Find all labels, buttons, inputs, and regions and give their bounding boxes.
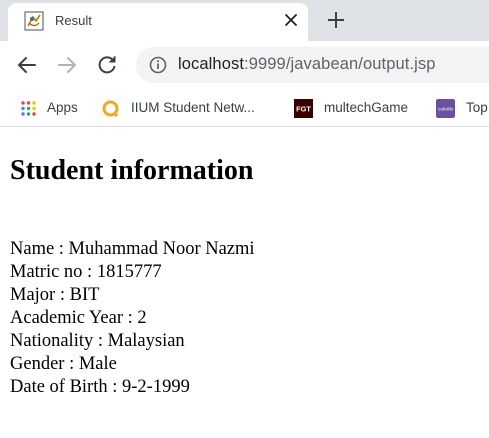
- apps-grid-icon: [21, 101, 36, 116]
- page-title: Student information: [10, 155, 254, 186]
- page-content: Student information Name : Muhammad Noor…: [0, 128, 489, 438]
- bookmark-label: Apps: [47, 100, 78, 115]
- tab-strip: Result: [0, 0, 489, 41]
- reload-icon[interactable]: [96, 54, 118, 76]
- url-host: localhost: [178, 55, 245, 73]
- colorlib-logo-icon: colorlib: [436, 99, 455, 118]
- student-info-list: Name : Muhammad Noor Nazmi Matric no : 1…: [10, 238, 255, 399]
- java-applet-icon: [24, 11, 44, 31]
- info-icon[interactable]: [149, 56, 167, 74]
- url-path: :9999/javabean/output.jsp: [244, 55, 436, 73]
- forward-arrow-icon[interactable]: [56, 54, 78, 76]
- bookmark-label: IIUM Student Netw...: [131, 100, 255, 115]
- bookmark-label: multechGame: [324, 100, 409, 115]
- address-bar[interactable]: localhost:9999/javabean/output.jsp: [136, 47, 489, 83]
- fgt-logo-icon: FGT: [294, 99, 313, 118]
- bookmark-label: Top: [466, 100, 488, 115]
- iium-logo-icon: [102, 100, 119, 117]
- colorlib-logo-text: colorlib: [438, 107, 453, 113]
- info-row-academic-year: Academic Year : 2: [10, 308, 147, 328]
- new-tab-plus-icon[interactable]: [326, 10, 346, 30]
- info-row-major: Major : BIT: [10, 285, 100, 305]
- info-row-nationality: Nationality : Malaysian: [10, 331, 185, 351]
- back-arrow-icon[interactable]: [16, 54, 38, 76]
- tab-result[interactable]: Result: [8, 3, 308, 41]
- bookmarks-bar: Apps IIUM Student Netw... FGT multechGam…: [0, 89, 489, 127]
- browser-toolbar: localhost:9999/javabean/output.jsp: [0, 41, 489, 89]
- info-row-name: Name : Muhammad Noor Nazmi: [10, 239, 255, 259]
- info-row-dob: Date of Birth : 9-2-1999: [10, 377, 190, 397]
- fgt-logo-text: FGT: [296, 105, 311, 114]
- url-text[interactable]: localhost:9999/javabean/output.jsp: [178, 55, 436, 74]
- close-icon[interactable]: [282, 11, 300, 29]
- info-row-gender: Gender : Male: [10, 354, 117, 374]
- info-row-matric: Matric no : 1815777: [10, 262, 162, 282]
- tab-title: Result: [55, 13, 92, 28]
